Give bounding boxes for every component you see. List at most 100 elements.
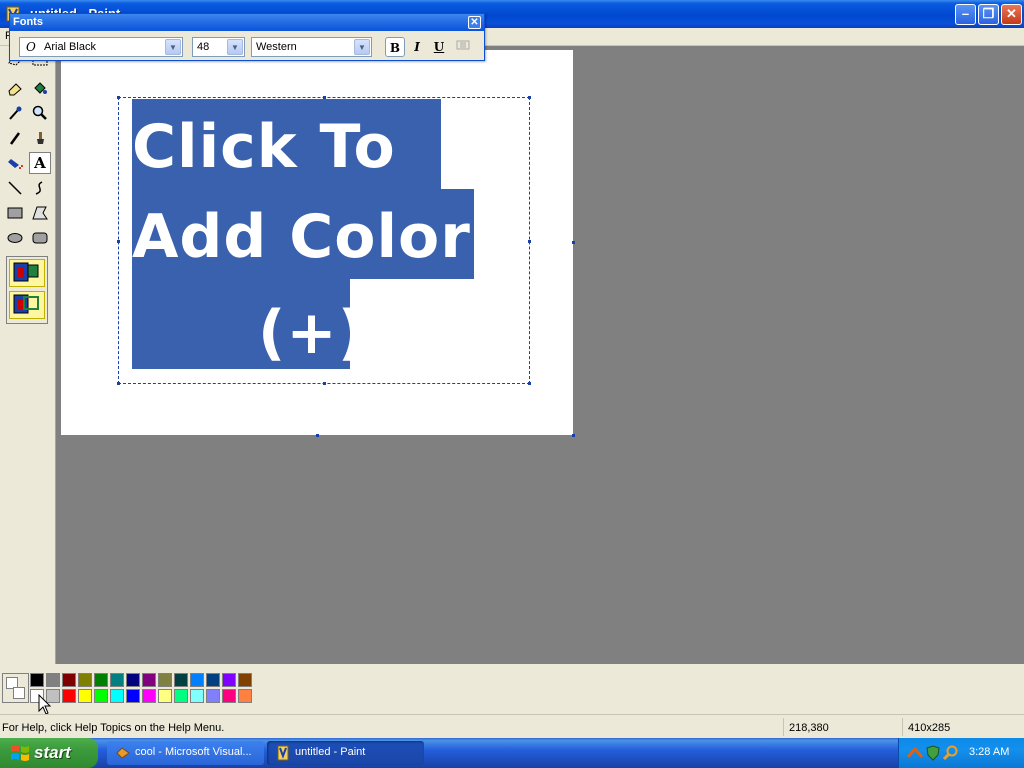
font-size-select[interactable]: 48 ▼ xyxy=(192,37,245,57)
font-script-select[interactable]: Western ▼ xyxy=(251,37,372,57)
curve-tool[interactable] xyxy=(29,177,51,199)
taskbar-item-visual-studio[interactable]: cool - Microsoft Visual... xyxy=(107,741,264,765)
rectangle-tool[interactable] xyxy=(4,202,26,224)
text-box-handle[interactable] xyxy=(528,96,531,99)
text-box-handle[interactable] xyxy=(528,240,531,243)
status-bar: For Help, click Help Topics on the Help … xyxy=(0,714,1024,738)
text-box-handle[interactable] xyxy=(117,240,120,243)
mouse-cursor-icon xyxy=(38,694,52,715)
visual-studio-icon xyxy=(116,747,130,759)
canvas-resize-handle[interactable] xyxy=(572,434,575,437)
palette-swatch[interactable] xyxy=(142,689,156,703)
eraser-tool[interactable] xyxy=(4,77,26,99)
palette-swatch[interactable] xyxy=(158,689,172,703)
taskbar-item-label: untitled - Paint xyxy=(295,746,366,758)
palette-swatch[interactable] xyxy=(222,689,236,703)
chevron-down-icon[interactable]: ▼ xyxy=(165,39,181,55)
ellipse-icon xyxy=(7,233,23,243)
polygon-tool[interactable] xyxy=(29,202,51,224)
text-box-handle[interactable] xyxy=(323,96,326,99)
fonts-toolbar: Fonts ✕ O Arial Black ▼ 48 ▼ Western ▼ B… xyxy=(9,13,485,61)
palette-swatch[interactable] xyxy=(174,673,188,687)
taskbar-item-paint[interactable]: untitled - Paint xyxy=(267,741,424,765)
font-size-value: 48 xyxy=(197,41,210,53)
brush-icon xyxy=(37,132,44,144)
opaque-option-icon xyxy=(13,262,39,282)
airbrush-tool[interactable] xyxy=(4,152,26,174)
start-label: start xyxy=(34,743,71,762)
background-color xyxy=(13,687,25,699)
text-box-handle[interactable] xyxy=(117,382,120,385)
text-tool[interactable]: A xyxy=(29,152,51,174)
tray-search-icon[interactable] xyxy=(943,745,959,761)
chevron-down-icon[interactable]: ▼ xyxy=(227,39,243,55)
magnifier-tool[interactable] xyxy=(29,102,51,124)
text-box-handle[interactable] xyxy=(323,382,326,385)
palette-swatch[interactable] xyxy=(142,673,156,687)
text-box-handle[interactable] xyxy=(528,382,531,385)
palette-swatch[interactable] xyxy=(206,689,220,703)
brush-tool[interactable] xyxy=(29,127,51,149)
canvas-resize-handle[interactable] xyxy=(316,434,319,437)
current-colors[interactable] xyxy=(2,673,29,703)
vertical-text-button[interactable] xyxy=(453,37,473,57)
cursor-coordinates: 218,380 xyxy=(789,722,829,734)
restore-button[interactable]: ❐ xyxy=(978,4,999,25)
palette-swatch[interactable] xyxy=(62,673,76,687)
palette-swatch[interactable] xyxy=(190,689,204,703)
text-box-handle[interactable] xyxy=(117,96,120,99)
opaque-background-option[interactable] xyxy=(9,259,45,287)
palette-swatch[interactable] xyxy=(238,673,252,687)
palette-swatch[interactable] xyxy=(110,689,124,703)
taskbar: start cool - Microsoft Visual... untitle… xyxy=(0,738,1024,768)
palette-swatch[interactable] xyxy=(238,689,252,703)
palette-swatch[interactable] xyxy=(94,689,108,703)
fill-bucket-tool[interactable] xyxy=(29,77,51,99)
ellipse-tool[interactable] xyxy=(4,227,26,249)
fonts-close-button[interactable]: ✕ xyxy=(468,16,481,29)
palette-swatch[interactable] xyxy=(94,673,108,687)
palette-swatch[interactable] xyxy=(190,673,204,687)
palette-swatch[interactable] xyxy=(110,673,124,687)
text-box-selection[interactable] xyxy=(118,97,530,384)
italic-button[interactable]: I xyxy=(407,37,427,57)
transparent-background-option[interactable] xyxy=(9,291,45,319)
pencil-tool[interactable] xyxy=(4,127,26,149)
palette-swatch[interactable] xyxy=(46,673,60,687)
fonts-toolbar-title: Fonts xyxy=(13,16,43,28)
palette-swatch[interactable] xyxy=(126,673,140,687)
line-tool[interactable] xyxy=(4,177,26,199)
taskbar-item-label: cool - Microsoft Visual... xyxy=(135,746,252,758)
underline-button[interactable]: U xyxy=(429,37,449,57)
palette-swatch[interactable] xyxy=(126,689,140,703)
fill-bucket-icon xyxy=(34,82,47,94)
close-button[interactable]: ✕ xyxy=(1001,4,1022,25)
palette-swatch[interactable] xyxy=(30,673,44,687)
status-help-text: For Help, click Help Topics on the Help … xyxy=(2,722,225,734)
palette-swatch[interactable] xyxy=(206,673,220,687)
palette-swatch[interactable] xyxy=(222,673,236,687)
font-name-value: Arial Black xyxy=(44,41,96,53)
status-divider xyxy=(783,718,784,736)
tray-network-icon[interactable] xyxy=(907,745,923,761)
fonts-toolbar-titlebar[interactable]: Fonts ✕ xyxy=(10,14,484,31)
palette-swatch[interactable] xyxy=(78,689,92,703)
palette-swatch[interactable] xyxy=(62,689,76,703)
palette-swatch[interactable] xyxy=(174,689,188,703)
font-name-select[interactable]: O Arial Black ▼ xyxy=(19,37,183,57)
color-picker-tool[interactable] xyxy=(4,102,26,124)
start-button[interactable]: start xyxy=(0,738,98,768)
minimize-button[interactable]: – xyxy=(955,4,976,25)
taskbar-clock: 3:28 AM xyxy=(969,746,1010,758)
bold-button[interactable]: B xyxy=(385,37,405,57)
rounded-rect-tool[interactable] xyxy=(29,227,51,249)
palette-swatch[interactable] xyxy=(158,673,172,687)
tray-security-icon[interactable] xyxy=(925,745,941,761)
chevron-down-icon[interactable]: ▼ xyxy=(354,39,370,55)
tool-box: A xyxy=(0,46,56,664)
selection-size: 410x285 xyxy=(908,722,951,734)
palette-swatch[interactable] xyxy=(78,673,92,687)
rectangle-icon xyxy=(7,207,23,219)
canvas-resize-handle[interactable] xyxy=(572,241,575,244)
airbrush-icon xyxy=(8,159,23,169)
